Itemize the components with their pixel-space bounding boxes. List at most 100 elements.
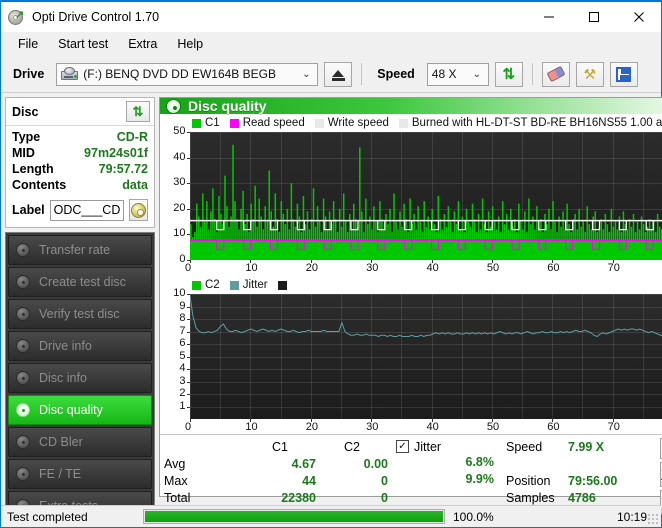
disc-row-mid: MID 97m24s01f [12,145,148,161]
eject-button[interactable] [324,61,353,87]
window-title: Opti Drive Control 1.70 [32,10,160,24]
jitter-header: ✓ Jitter [396,438,506,455]
disc-label-row: Label ODC___CD [6,197,154,227]
tools-icon: ⚒ [583,66,597,82]
sidebar-item-drive-info[interactable]: Drive info [8,331,152,361]
x-axis-tick-label: 60 [547,421,560,433]
sidebar-item-verify-test-disc[interactable]: Verify test disc [8,299,152,329]
row-label-avg: Avg [164,456,186,471]
x-axis-tick-label: 50 [486,262,500,274]
sidebar-item-label: Verify test disc [39,307,120,321]
disc-icon [15,434,32,451]
legend-swatch-jitter [229,280,239,290]
x-axis-tick-label: 40 [426,421,439,433]
meta-key-speed: Speed [506,439,543,454]
sidebar-item-create-test-disc[interactable]: Create test disc [8,267,152,297]
sidebar-item-label: Disc info [39,371,87,385]
disc-info-rows: Type CD-R MID 97m24s01f Length 79:57.72 … [6,126,154,197]
x-axis-tick-label: 30 [366,262,379,274]
measurement-meta: Speed 7.99 X Position 79:56.00 Samples 4… [506,438,656,512]
c2-jitter-chart[interactable]: 123456789102%4%6%8%10%01020304050607080 … [162,287,662,434]
content-panel: Disc quality C1 Read speed Write speed B… [159,97,662,517]
x-axis-tick-label: 0 [185,262,192,274]
meta-row-samples: Samples 4786 [506,489,656,506]
y-axis-tick-label: 2 [179,387,186,399]
cell-avg-c2: 0.00 [363,456,388,471]
y-axis-tick-label: 10 [173,227,186,240]
drive-select[interactable]: (F:) BENQ DVD DD EW164B BEGB ⌄ [56,62,319,86]
sidebar-item-cd-bler[interactable]: CD Bler [8,427,152,457]
x-axis-tick-label: 60 [547,262,560,274]
x-axis-tick-label: 30 [366,421,379,433]
c1-read-speed-chart[interactable]: 010203040508 X16 X24 X32 X40 X48 X010203… [162,125,662,275]
sidebar-item-disc-quality[interactable]: Disc quality [8,395,152,425]
x-axis-tick-label: 70 [607,262,620,274]
test-nav-list: Transfer rate Create test disc Verify te… [5,232,155,526]
legend-swatch-burn-info [398,118,408,128]
close-button[interactable] [616,2,661,32]
content-header: Disc quality [160,98,662,114]
disc-row-value: data [122,178,148,192]
status-bar: Test completed 100.0% 10:19 [1,505,661,527]
disc-icon [15,402,32,419]
disc-row-key: Type [12,130,41,144]
speed-select[interactable]: 48 X ⌄ [426,62,489,86]
disc-icon [15,338,32,355]
disc-label-input[interactable]: ODC___CD [49,199,125,221]
sidebar-item-disc-info[interactable]: Disc info [8,363,152,393]
legend-label-c1: C1 [205,117,220,129]
sidebar-item-transfer-rate[interactable]: Transfer rate [8,235,152,265]
disc-label-key: Label [12,203,45,217]
maximize-button[interactable] [571,2,616,32]
disc-row-value: 97m24s01f [84,146,148,160]
x-axis-tick-label: 10 [245,421,258,433]
disc-panel-header: Disc ⇅ [6,98,154,126]
disc-row-key: MID [12,146,35,160]
status-text: Test completed [7,509,88,524]
speed-label: Speed [377,67,415,81]
jitter-checkbox[interactable]: ✓ [396,440,409,453]
menu-file[interactable]: File [9,34,47,54]
y-axis-tick-label: 40 [173,150,186,163]
sidebar-item-fe-te[interactable]: FE / TE [8,459,152,489]
elapsed-time: 10:19 [616,509,647,524]
window-controls [526,2,661,32]
legend-swatch-extra [277,280,287,290]
jitter-label: Jitter [414,439,442,454]
error-stats-table: C1 C2 Avg 4.67 0.00 Max 44 0 Total 22380… [164,438,396,512]
minimize-button[interactable] [526,2,571,32]
save-icon [616,66,632,82]
speed-select-value: 48 X [431,67,457,81]
disc-icon [15,242,32,259]
action-buttons: 8 X CLV ⌄ Start full Start part [656,438,662,517]
disc-icon [15,274,32,291]
menu-extra[interactable]: Extra [119,34,166,54]
x-axis-tick-label: 10 [245,262,258,274]
disc-row-length: Length 79:57.72 [12,161,148,177]
y-axis-tick-label: 6 [179,337,186,349]
refresh-button[interactable]: ⇅ [494,61,523,87]
y-axis-tick-label: 4 [179,362,186,374]
menu-help[interactable]: Help [168,34,212,54]
statistics-panel: C1 C2 Avg 4.67 0.00 Max 44 0 Total 22380… [160,434,662,517]
disc-row-value: CD-R [116,130,148,144]
save-button[interactable] [609,61,638,87]
erase-button[interactable] [541,61,570,87]
cd-disc-icon [131,202,147,218]
sidebar: Disc ⇅ Type CD-R MID 97m24s01f Length 79… [5,97,155,526]
resize-grip[interactable] [647,513,659,525]
x-axis-tick-label: 20 [305,262,318,274]
chevron-down-icon: ⌄ [472,68,481,80]
plot-area [190,294,662,419]
x-axis-tick-label: 20 [305,421,318,433]
x-axis-tick-label: 70 [607,421,620,433]
toolbar-divider [361,63,363,85]
disc-quality-icon [166,98,181,114]
tools-button[interactable]: ⚒ [575,61,604,87]
legend-label-jitter: Jitter [242,279,268,291]
disc-refresh-button[interactable]: ⇅ [126,101,150,122]
meta-value-position: 79:56.00 [568,473,618,488]
cell-total-c1: 22380 [281,490,316,505]
cd-disc-button[interactable] [129,199,148,221]
menu-start-test[interactable]: Start test [49,34,117,54]
